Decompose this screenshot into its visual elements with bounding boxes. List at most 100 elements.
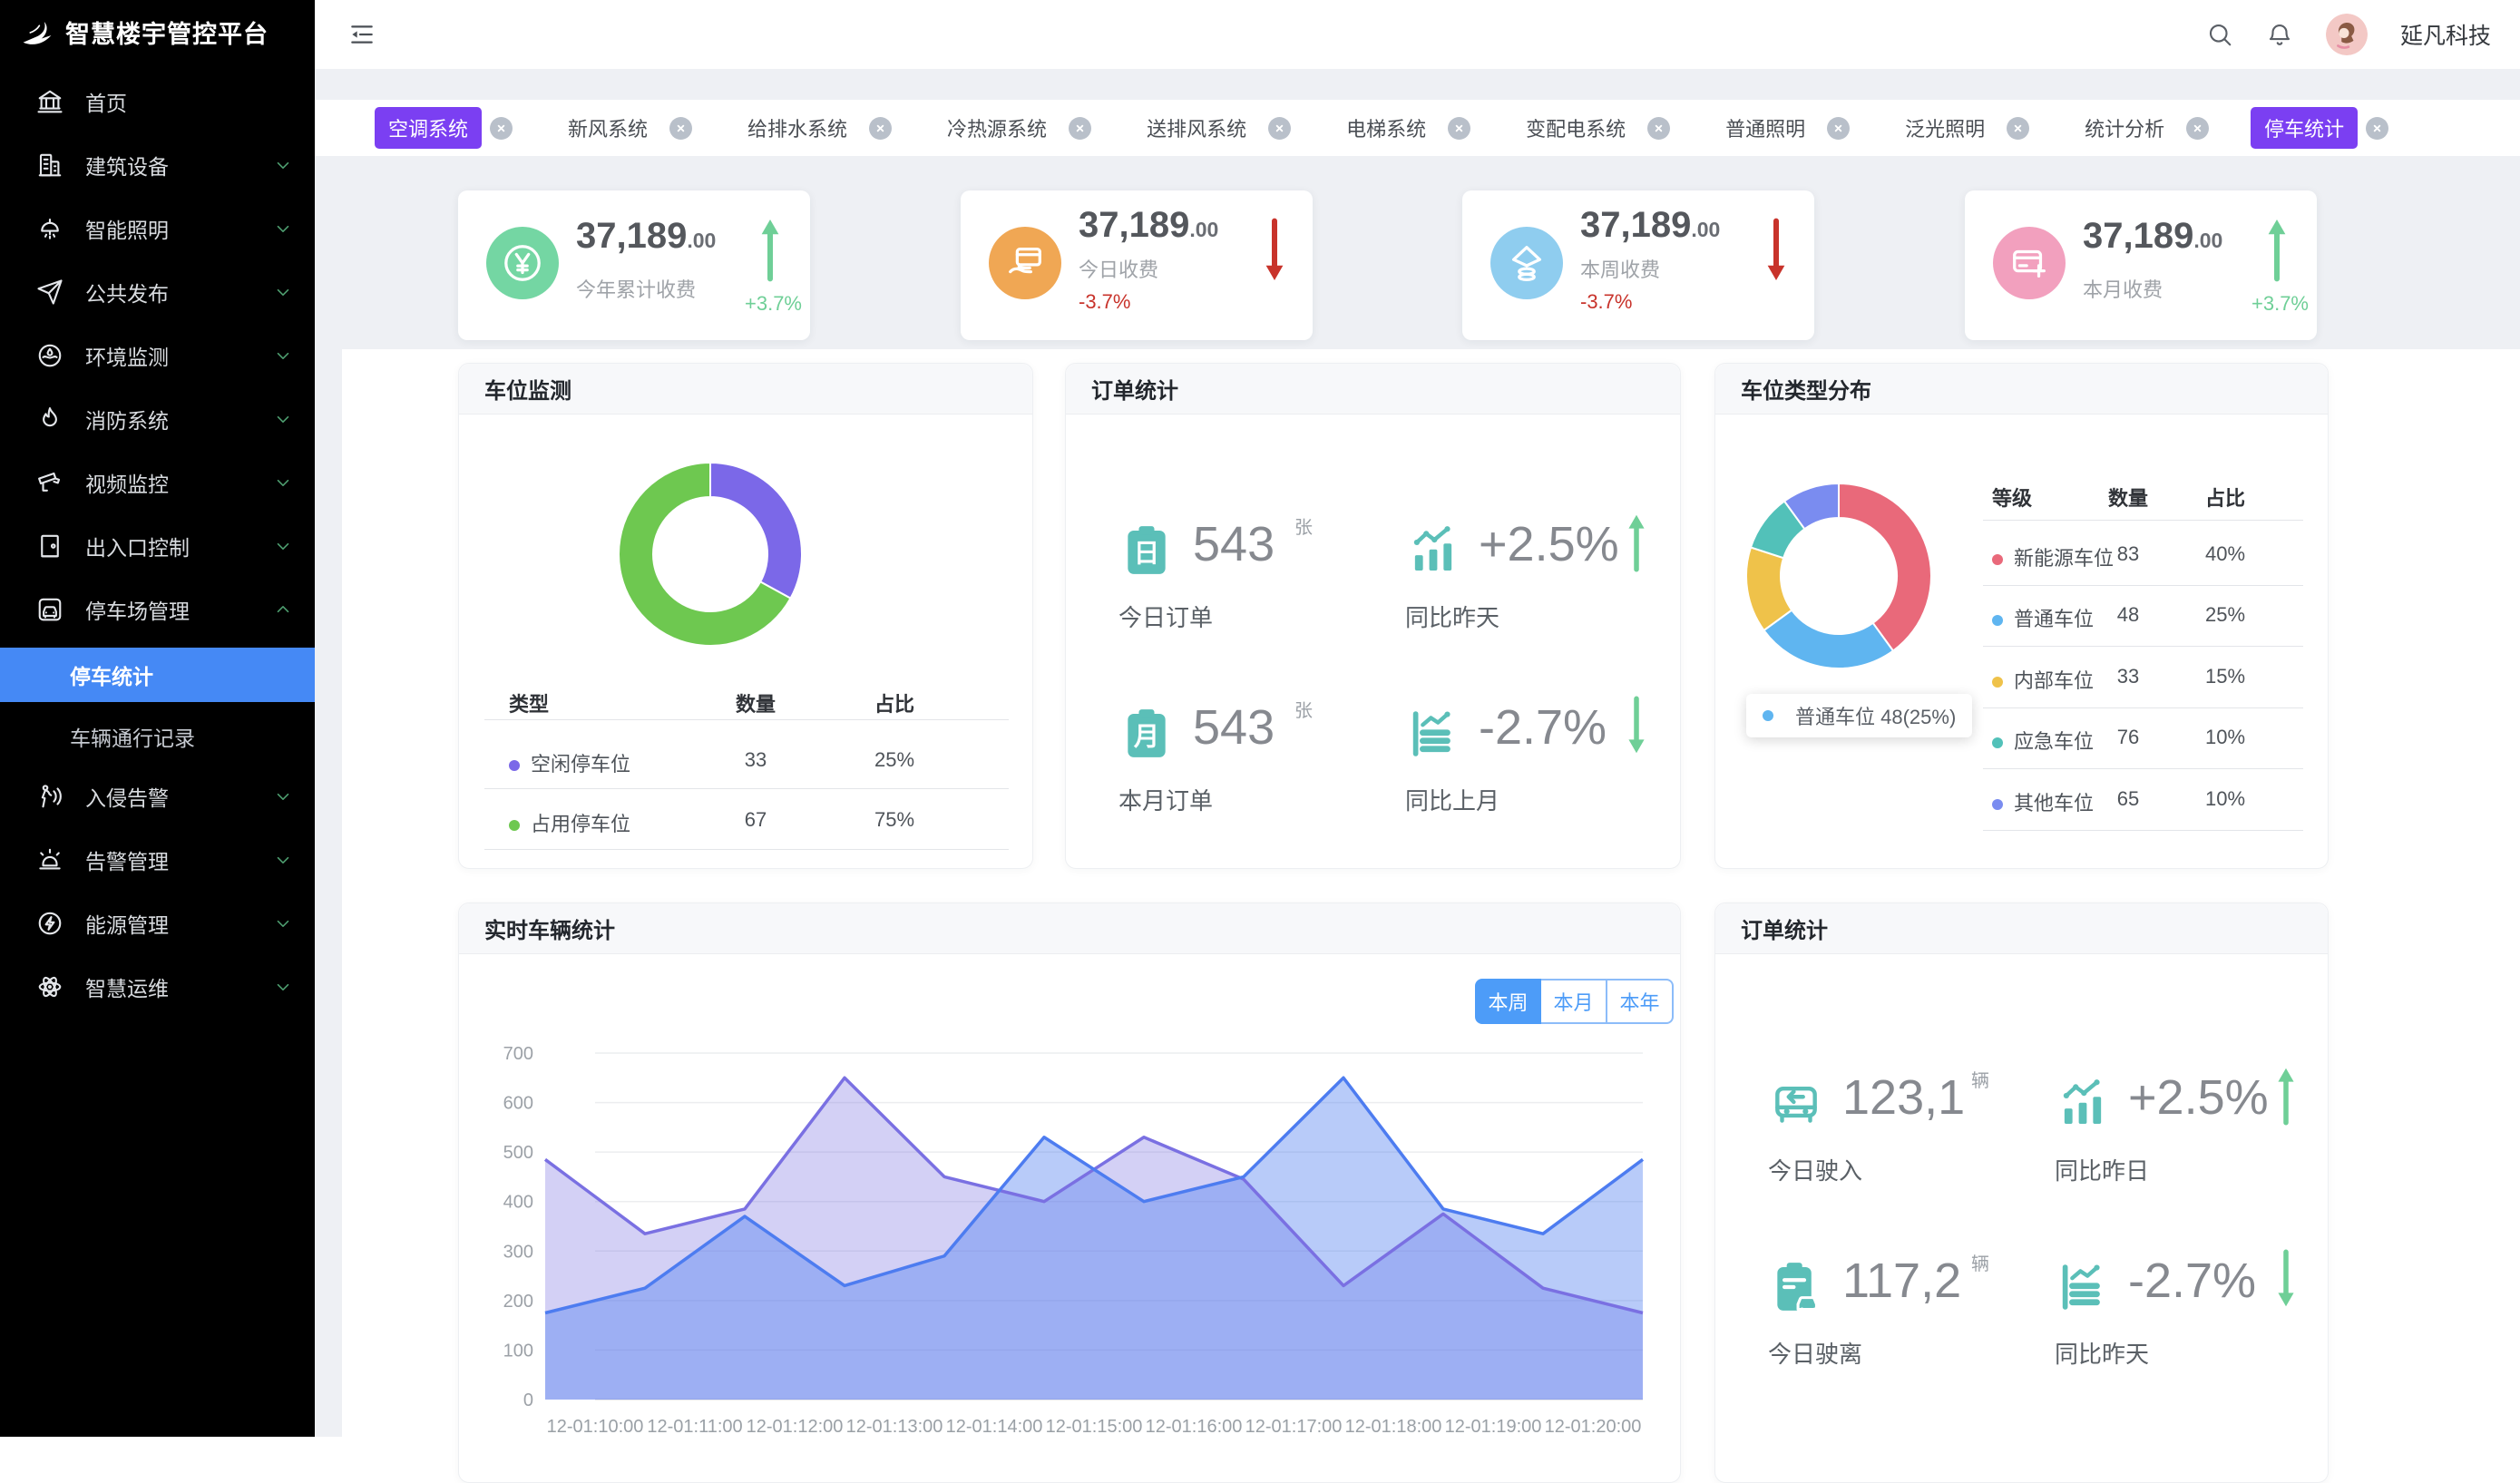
clipboard-day-icon: 日 bbox=[1118, 522, 1175, 579]
collapse-menu-icon[interactable] bbox=[347, 20, 376, 49]
tab-10[interactable]: 停车统计 bbox=[2251, 107, 2388, 149]
range-toggle-2[interactable]: 本年 bbox=[1607, 979, 1674, 1024]
sidebar-item-10[interactable]: 告警管理 bbox=[0, 828, 315, 892]
sidebar-item-7[interactable]: 出入口控制 bbox=[0, 514, 315, 578]
panel-title: 实时车辆统计 bbox=[459, 903, 1680, 954]
environment-icon bbox=[36, 342, 63, 369]
tab-label: 泛光照明 bbox=[1891, 107, 1998, 149]
sidebar-subitem-8-1[interactable]: 车辆通行记录 bbox=[0, 708, 315, 765]
legend-dot bbox=[1992, 615, 2003, 626]
sidebar-item-0[interactable]: 首页 bbox=[0, 70, 315, 133]
table-divider bbox=[1983, 585, 2303, 586]
table-row-pct: 10% bbox=[2205, 726, 2245, 749]
user-name[interactable]: 延凡科技 bbox=[2400, 18, 2491, 51]
stat-card-label: 本周收费 bbox=[1580, 254, 1660, 283]
sidebar-item-2[interactable]: 智能照明 bbox=[0, 197, 315, 260]
stat-label: 今日驶离 bbox=[1768, 1336, 1862, 1370]
tab-6[interactable]: 变配电系统 bbox=[1512, 107, 1670, 149]
tab-5[interactable]: 电梯系统 bbox=[1333, 107, 1470, 149]
app-logo-row: 智慧楼宇管控平台 bbox=[20, 15, 269, 50]
stat-value: -2.7% bbox=[2128, 1253, 2256, 1309]
sidebar-menu: 首页建筑设备智能照明公共发布环境监测消防系统视频监控出入口控制停车场管理停车统计… bbox=[0, 70, 315, 1019]
close-icon[interactable] bbox=[1647, 117, 1670, 140]
x-tick-label: 12-01:10:00 bbox=[547, 1417, 644, 1437]
sidebar-item-12[interactable]: 智慧运维 bbox=[0, 955, 315, 1019]
panel-parking-monitor: 车位监测 类型数量占比空闲停车位3325%占用停车位6775% bbox=[458, 363, 1033, 869]
sidebar-item-5[interactable]: 消防系统 bbox=[0, 387, 315, 451]
range-toggle-1[interactable]: 本月 bbox=[1541, 979, 1607, 1024]
close-icon[interactable] bbox=[2186, 117, 2209, 140]
tab-4[interactable]: 送排风系统 bbox=[1133, 107, 1291, 149]
parking-monitor-donut-chart bbox=[618, 462, 803, 647]
tooltip-dot bbox=[1763, 710, 1773, 721]
stat-value: 543 bbox=[1193, 699, 1275, 756]
table-divider bbox=[484, 788, 1009, 789]
close-icon[interactable] bbox=[2007, 117, 2029, 140]
list-trend-icon bbox=[2055, 1259, 2111, 1315]
close-icon[interactable] bbox=[669, 117, 692, 140]
pay-card-icon bbox=[989, 227, 1061, 299]
close-icon[interactable] bbox=[1069, 117, 1091, 140]
sidebar-item-1[interactable]: 建筑设备 bbox=[0, 133, 315, 197]
table-row-qty: 65 bbox=[2117, 787, 2139, 811]
legend-dot bbox=[509, 820, 520, 831]
trend-up-arrow-icon bbox=[1626, 507, 1646, 578]
tab-7[interactable]: 普通照明 bbox=[1712, 107, 1850, 149]
table-row-pct: 10% bbox=[2205, 787, 2245, 811]
close-icon[interactable] bbox=[1268, 117, 1291, 140]
tab-1[interactable]: 新风系统 bbox=[554, 107, 692, 149]
close-icon[interactable] bbox=[1448, 117, 1470, 140]
tab-0[interactable]: 空调系统 bbox=[375, 107, 513, 149]
sidebar-item-label: 告警管理 bbox=[85, 844, 169, 875]
sidebar-item-label: 公共发布 bbox=[85, 277, 169, 307]
avatar[interactable] bbox=[2326, 14, 2368, 55]
stat-card-delta: +3.7% bbox=[745, 292, 802, 316]
chevron-down-icon bbox=[273, 409, 293, 429]
stat-card-label: 本月收费 bbox=[2083, 274, 2163, 303]
trend-up-arrow-icon bbox=[2276, 1060, 2296, 1131]
table-row-label: 应急车位 bbox=[1992, 726, 2094, 755]
stat-unit: 张 bbox=[1294, 512, 1313, 539]
sidebar-item-3[interactable]: 公共发布 bbox=[0, 260, 315, 324]
stat-card-value: 37,189.00 bbox=[2083, 216, 2222, 257]
close-icon[interactable] bbox=[869, 117, 892, 140]
bar-trend-icon bbox=[2055, 1076, 2111, 1132]
x-tick-label: 12-01:20:00 bbox=[1545, 1417, 1642, 1437]
close-icon[interactable] bbox=[490, 117, 513, 140]
stat-label: 同比昨天 bbox=[2055, 1336, 2149, 1370]
tab-9[interactable]: 统计分析 bbox=[2071, 107, 2209, 149]
chevron-down-icon bbox=[273, 977, 293, 997]
stat-card-value: 37,189.00 bbox=[1079, 205, 1218, 246]
stat-value: +2.5% bbox=[2128, 1069, 2269, 1126]
sidebar-item-8[interactable]: 停车场管理 bbox=[0, 578, 315, 641]
tab-label: 停车统计 bbox=[2251, 107, 2358, 149]
tab-3[interactable]: 冷热源系统 bbox=[933, 107, 1091, 149]
sidebar: 智慧楼宇管控平台 首页建筑设备智能照明公共发布环境监测消防系统视频监控出入口控制… bbox=[0, 0, 315, 1437]
table-divider bbox=[1983, 646, 2303, 647]
sidebar-item-label: 入侵告警 bbox=[85, 781, 169, 812]
table-row-qty: 33 bbox=[745, 748, 767, 772]
legend-dot bbox=[1992, 677, 2003, 688]
panel-order-stats-2: 订单统计 123,1辆今日驶入+2.5%同比昨日117,2辆今日驶离-2.7%同… bbox=[1714, 902, 2329, 1483]
range-toggle-0[interactable]: 本周 bbox=[1475, 979, 1541, 1024]
trend-up-arrow-icon bbox=[759, 216, 781, 283]
lamp-icon bbox=[36, 215, 63, 242]
chevron-down-icon bbox=[273, 282, 293, 302]
sidebar-item-4[interactable]: 环境监测 bbox=[0, 324, 315, 387]
search-icon[interactable] bbox=[2206, 21, 2233, 48]
tab-2[interactable]: 给排水系统 bbox=[734, 107, 892, 149]
funnel-coins-icon bbox=[1490, 227, 1563, 299]
table-row-label: 占用停车位 bbox=[509, 808, 630, 837]
sidebar-item-6[interactable]: 视频监控 bbox=[0, 451, 315, 514]
sidebar-item-9[interactable]: 入侵告警 bbox=[0, 765, 315, 828]
building-icon bbox=[36, 151, 63, 179]
close-icon[interactable] bbox=[2366, 117, 2388, 140]
close-icon[interactable] bbox=[1827, 117, 1850, 140]
sidebar-item-11[interactable]: 能源管理 bbox=[0, 892, 315, 955]
bell-icon[interactable] bbox=[2266, 21, 2293, 48]
y-tick-label: 500 bbox=[503, 1143, 533, 1163]
y-tick-label: 300 bbox=[503, 1242, 533, 1262]
tab-8[interactable]: 泛光照明 bbox=[1891, 107, 2029, 149]
sidebar-subitem-8-0[interactable]: 停车统计 bbox=[0, 648, 315, 702]
table-divider bbox=[484, 849, 1009, 850]
